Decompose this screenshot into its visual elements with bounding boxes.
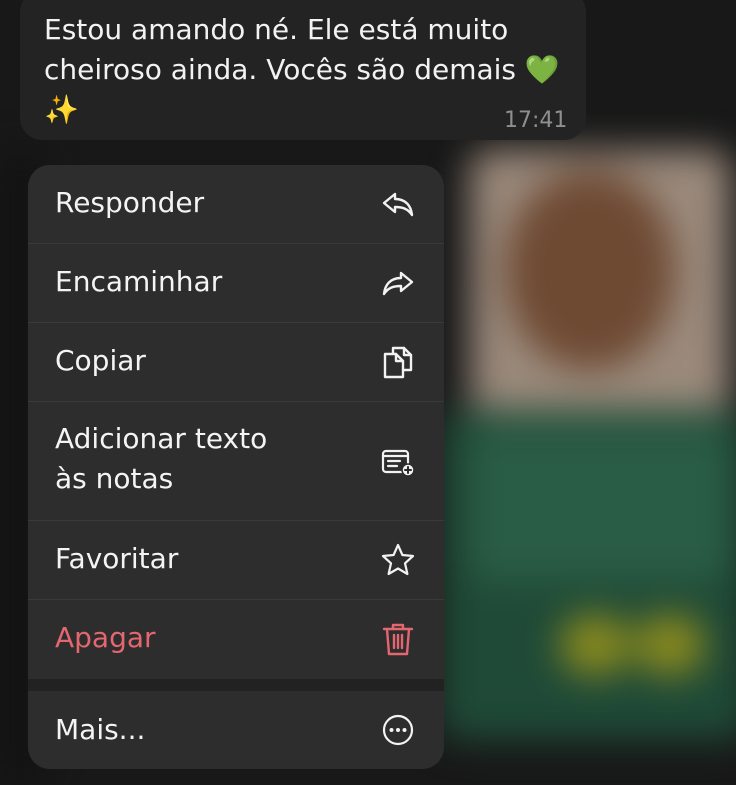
more-icon xyxy=(380,712,416,748)
copy-icon xyxy=(380,344,416,380)
star-icon xyxy=(380,542,416,578)
add-to-notes-icon xyxy=(380,444,416,480)
menu-item-more[interactable]: Mais... xyxy=(28,691,444,769)
blurred-emoji xyxy=(560,615,630,675)
menu-separator xyxy=(28,679,444,691)
message-text: Estou amando né. Ele está muito cheiroso… xyxy=(44,10,574,130)
menu-item-reply[interactable]: Responder xyxy=(28,165,444,244)
message-timestamp: 17:41 xyxy=(504,108,568,133)
menu-item-label: Mais... xyxy=(55,713,146,746)
menu-item-copy[interactable]: Copiar xyxy=(28,323,444,402)
menu-item-label: Favoritar xyxy=(55,542,179,575)
blurred-sent-message-highlight xyxy=(470,430,730,580)
menu-item-delete[interactable]: Apagar xyxy=(28,600,444,679)
message-context-menu: Responder Encaminhar Copiar Adicionar te… xyxy=(28,165,444,769)
reply-icon xyxy=(380,186,416,222)
blurred-photo-subject xyxy=(505,170,675,370)
menu-item-label: Copiar xyxy=(55,344,146,377)
message-line: cheiroso ainda. Vocês são demais 💚 xyxy=(44,53,560,86)
trash-icon xyxy=(380,621,416,657)
menu-item-label: Responder xyxy=(55,186,205,219)
message-line: Estou amando né. Ele está muito xyxy=(44,13,509,46)
menu-item-forward[interactable]: Encaminhar xyxy=(28,244,444,323)
menu-item-favorite[interactable]: Favoritar xyxy=(28,521,444,600)
menu-item-label-line: Adicionar texto xyxy=(55,422,268,455)
menu-item-label-line: às notas xyxy=(55,462,174,495)
message-line: ✨ xyxy=(44,93,79,126)
menu-item-label: Apagar xyxy=(55,621,156,654)
menu-item-label: Encaminhar xyxy=(55,265,223,298)
menu-item-add-to-notes[interactable]: Adicionar texto às notas xyxy=(28,402,444,521)
chat-screen: Estou amando né. Ele está muito cheiroso… xyxy=(0,0,736,785)
forward-icon xyxy=(380,265,416,301)
blurred-emoji xyxy=(635,615,705,675)
